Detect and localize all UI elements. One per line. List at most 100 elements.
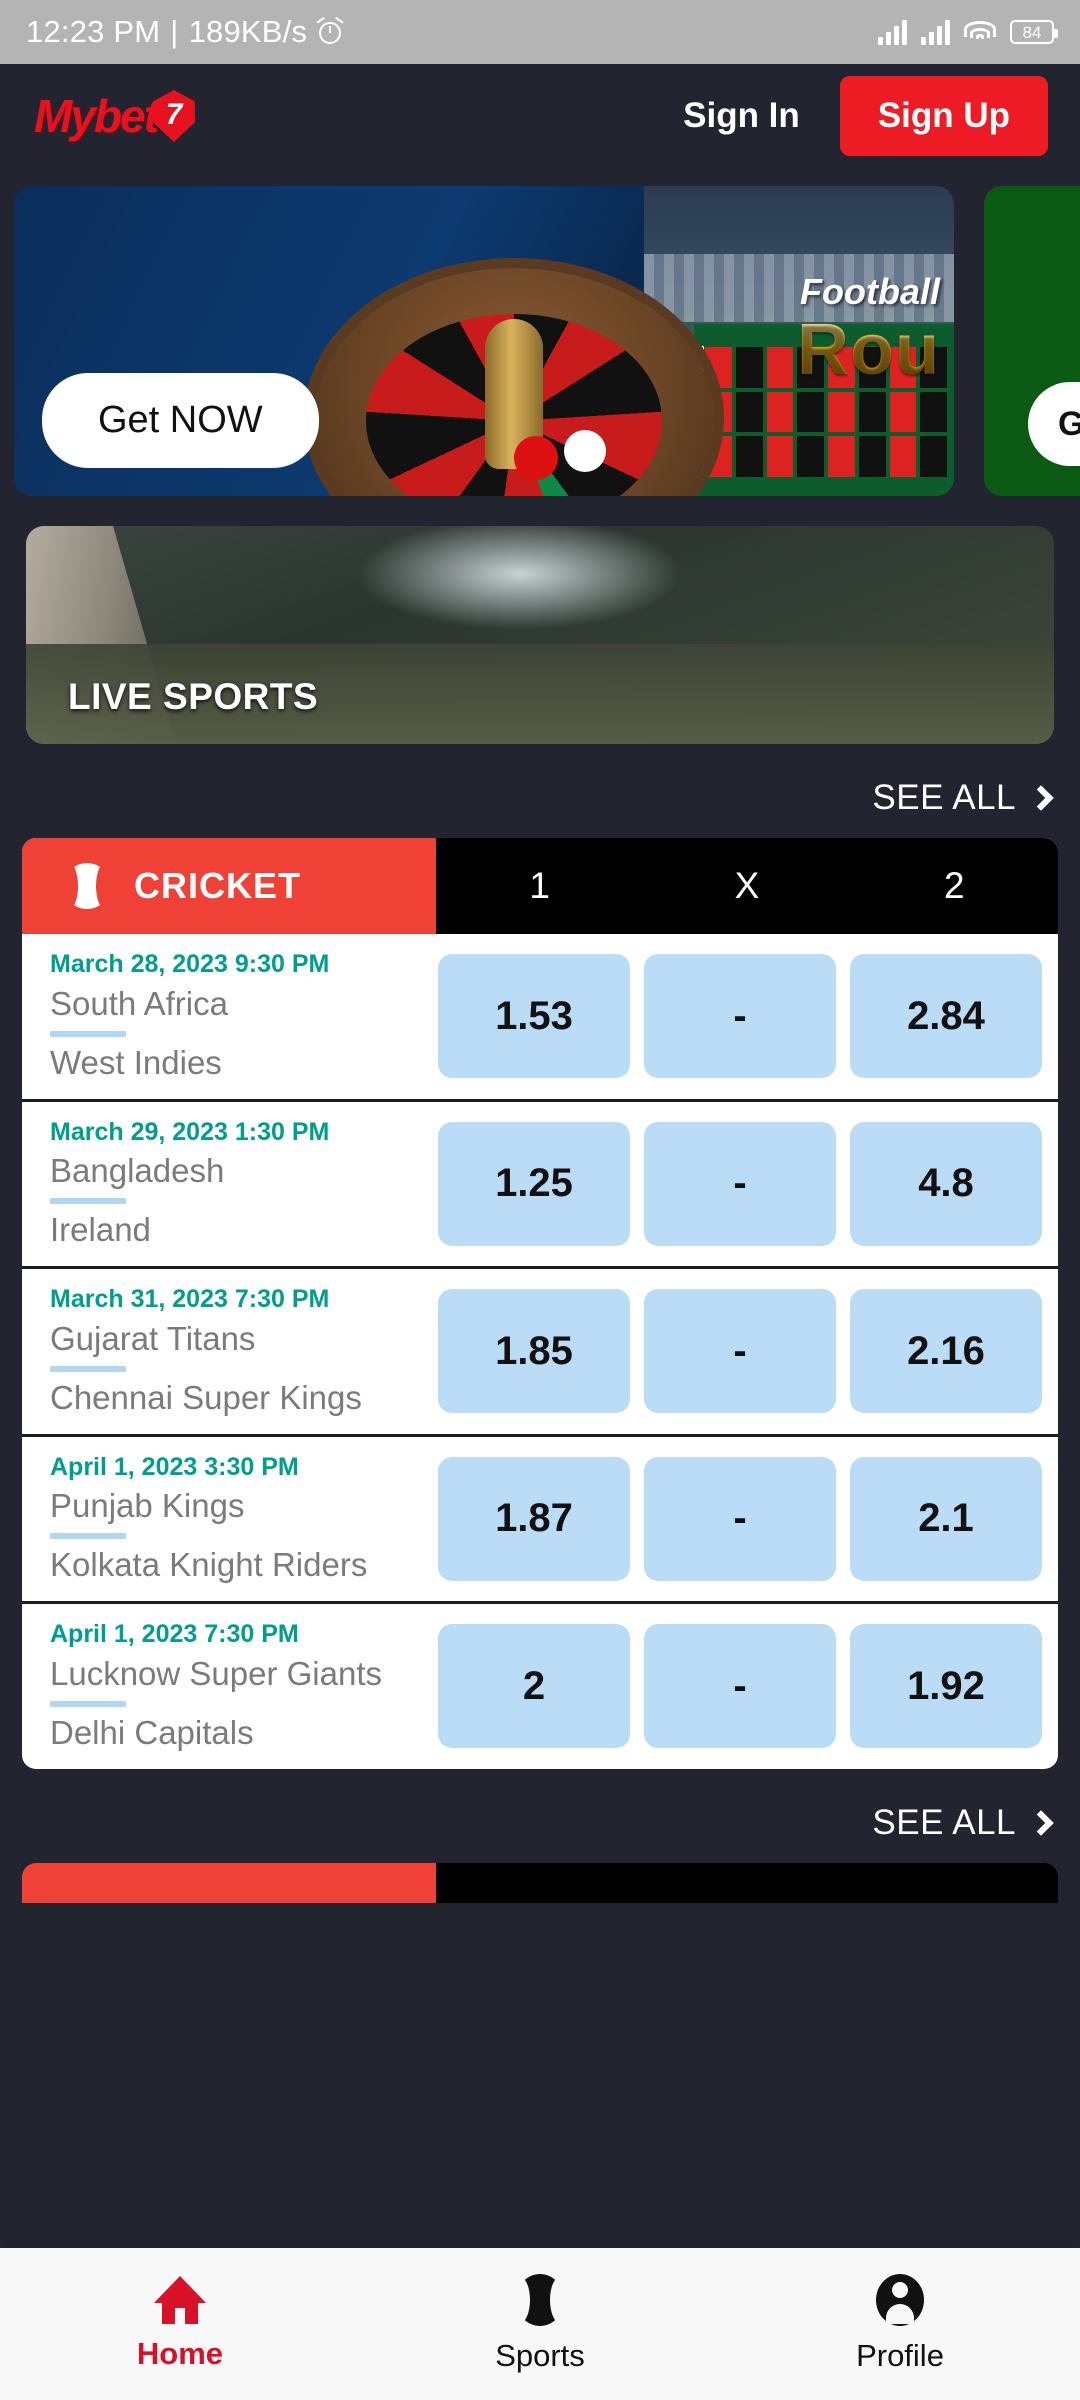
see-all-bottom-label: SEE ALL [872,1802,1016,1842]
odds-group: 1.85 - 2.16 [436,1269,1058,1434]
match-info: April 1, 2023 7:30 PM Lucknow Super Gian… [22,1604,436,1769]
banner-roulette[interactable]: 0 Football Rou Get NOW [14,186,954,496]
odds-cell-1[interactable]: 1.25 [438,1121,630,1246]
match-info: March 28, 2023 9:30 PM South Africa West… [22,934,436,1099]
match-info: March 29, 2023 1:30 PM Bangladesh Irelan… [22,1102,436,1267]
odds-cell-2[interactable]: 2.84 [850,954,1042,1079]
odds-cell-2[interactable]: 4.8 [850,1121,1042,1246]
status-separator: | [170,14,179,49]
team-separator [50,1365,126,1372]
match-date: March 31, 2023 7:30 PM [50,1285,330,1314]
status-bar: 12:23 PM | 189KB/s 84 [0,0,1080,64]
home-icon [154,2276,206,2324]
logo-text: Mybet [34,90,159,142]
chevron-right-icon [1028,1809,1054,1836]
next-section-odds-header [436,1862,1058,1903]
team-away: Chennai Super Kings [50,1378,362,1416]
status-time: 12:23 PM [26,14,161,49]
see-all-top-link[interactable]: SEE ALL [0,744,1080,838]
team-home: Lucknow Super Giants [50,1654,383,1692]
odds-cell-2[interactable]: 1.92 [850,1624,1042,1749]
team-away: West Indies [50,1043,222,1081]
logo-shield-icon: 7 [152,90,195,142]
banner-green[interactable]: G [984,186,1080,496]
team-home: Punjab Kings [50,1487,245,1525]
odds-header-x: X [734,865,760,906]
team-home: Gujarat Titans [50,1319,256,1357]
status-bar-right: 84 [878,19,1058,45]
live-sports-label: LIVE SPORTS [68,676,319,717]
odds-group: 1.25 - 4.8 [436,1102,1058,1267]
team-home: South Africa [50,984,228,1022]
next-section-sport-tab[interactable] [22,1862,436,1903]
app-logo[interactable]: Mybet 7 [34,89,195,143]
team-home: Bangladesh [50,1152,225,1190]
team-separator [50,1198,126,1205]
odds-cell-1[interactable]: 1.85 [438,1289,630,1414]
odds-header-1: 1 [529,865,550,906]
odds-group: 1.53 - 2.84 [436,934,1058,1099]
sport-header-cricket[interactable]: CRICKET [22,838,436,934]
sport-header-label: CRICKET [134,865,301,906]
match-info: March 31, 2023 7:30 PM Gujarat Titans Ch… [22,1269,436,1434]
odds-cell-x[interactable]: - [644,1456,836,1581]
odds-cell-2[interactable]: 2.16 [850,1289,1042,1414]
match-date: April 1, 2023 3:30 PM [50,1452,299,1481]
get-now-button[interactable]: Get NOW [42,373,319,468]
team-separator [50,1030,126,1037]
banner-title: Rou [797,310,940,390]
signal-icon [921,19,950,45]
odds-cell-x[interactable]: - [644,1624,836,1749]
banner-carousel[interactable]: 0 Football Rou Get NOW G [0,186,1080,496]
battery-level: 84 [1022,22,1042,42]
next-section-header[interactable] [22,1862,1058,1903]
table-row[interactable]: March 31, 2023 7:30 PM Gujarat Titans Ch… [22,1269,1058,1437]
team-separator [50,1533,126,1540]
table-header: CRICKET 1 X 2 [22,838,1058,934]
cricket-match-table: CRICKET 1 X 2 March 28, 2023 9:30 PM Sou… [22,838,1058,1769]
banner-green-cta-button[interactable]: G [1028,382,1080,466]
match-date: March 29, 2023 1:30 PM [50,1117,330,1146]
team-away: Kolkata Knight Riders [50,1546,368,1584]
live-sports-card[interactable]: LIVE SPORTS [26,526,1054,744]
odds-header-group: 1 X 2 [436,838,1058,934]
nav-item-profile[interactable]: Profile [720,2274,1080,2374]
nav-item-sports[interactable]: Sports [360,2274,720,2374]
cricket-ball-icon [56,861,118,911]
see-all-bottom-link[interactable]: SEE ALL [0,1769,1080,1863]
odds-cell-1[interactable]: 1.53 [438,954,630,1079]
app-header: Mybet 7 Sign In Sign Up [0,64,1080,168]
odds-cell-1[interactable]: 2 [438,1624,630,1749]
match-date: April 1, 2023 7:30 PM [50,1620,299,1649]
odds-cell-2[interactable]: 2.1 [850,1456,1042,1581]
nav-item-home[interactable]: Home [0,2276,360,2372]
odds-cell-x[interactable]: - [644,1121,836,1246]
wifi-icon [964,19,996,45]
bottom-navigation: Home Sports Profile [0,2248,1080,2400]
person-icon [876,2274,924,2326]
nav-label-profile: Profile [856,2338,944,2373]
match-date: March 28, 2023 9:30 PM [50,950,330,978]
table-row[interactable]: March 29, 2023 1:30 PM Bangladesh Irelan… [22,1102,1058,1270]
odds-cell-1[interactable]: 1.87 [438,1456,630,1581]
team-separator [50,1700,126,1707]
odds-cell-x[interactable]: - [644,1289,836,1414]
odds-cell-x[interactable]: - [644,954,836,1079]
banner-subtitle: Football [800,271,940,312]
nav-label-sports: Sports [495,2338,585,2373]
sign-in-button[interactable]: Sign In [665,86,818,146]
table-row[interactable]: April 1, 2023 7:30 PM Lucknow Super Gian… [22,1604,1058,1769]
sign-up-button[interactable]: Sign Up [839,76,1048,156]
team-away: Ireland [50,1211,151,1249]
table-row[interactable]: April 1, 2023 3:30 PM Punjab Kings Kolka… [22,1437,1058,1605]
team-away: Delhi Capitals [50,1713,254,1751]
odds-group: 1.87 - 2.1 [436,1437,1058,1602]
chevron-right-icon [1028,785,1054,811]
battery-icon: 84 [1010,20,1058,44]
status-network-speed: 189KB/s [188,14,308,49]
odds-group: 2 - 1.92 [436,1604,1058,1769]
cricket-ball-icon [510,2274,570,2326]
odds-header-2: 2 [944,865,965,906]
match-info: April 1, 2023 3:30 PM Punjab Kings Kolka… [22,1437,436,1602]
table-row[interactable]: March 28, 2023 9:30 PM South Africa West… [22,934,1058,1102]
